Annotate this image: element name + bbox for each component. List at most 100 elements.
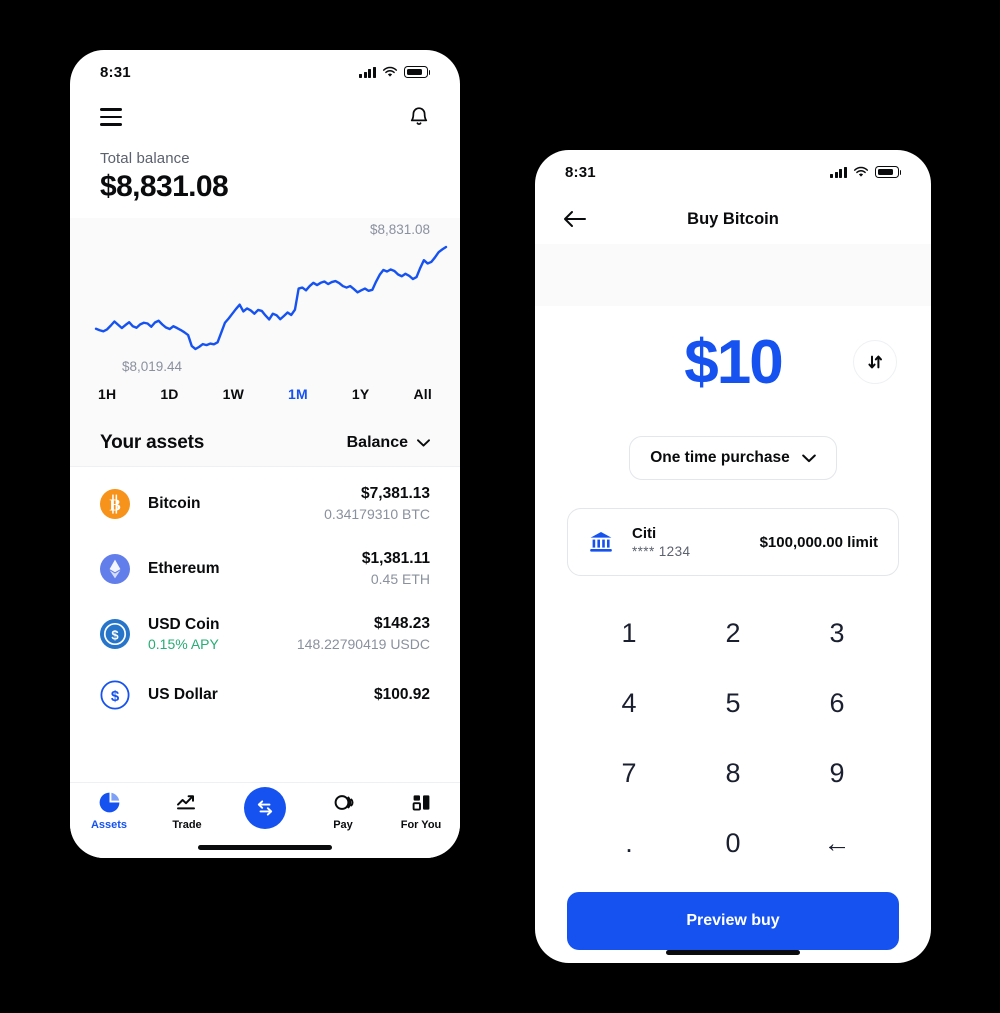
preview-buy-label: Preview buy (686, 912, 780, 929)
chevron-down-icon (417, 439, 430, 447)
range-1w[interactable]: 1W (223, 386, 244, 402)
assets-sort-control[interactable]: Balance (347, 434, 430, 452)
bank-icon (590, 532, 612, 552)
status-bar: 8:31 (535, 150, 931, 194)
top-nav (70, 94, 460, 140)
chart-high-label: $8,831.08 (369, 222, 430, 237)
currency-swap-button[interactable] (853, 340, 897, 384)
bell-icon[interactable] (408, 105, 430, 129)
us-dollar-icon: $ (100, 680, 130, 710)
tab-label: Assets (90, 819, 128, 831)
bitcoin-icon: B (100, 488, 130, 519)
tab-trade[interactable]: Trade (148, 791, 226, 831)
usd-coin-icon: $ (100, 618, 130, 649)
asset-unit-value: 0.34179310 BTC (324, 506, 430, 522)
key-7[interactable]: 7 (577, 738, 681, 808)
grid-blocks-icon (412, 795, 429, 811)
tab-swap[interactable] (226, 787, 304, 834)
home-indicator (666, 950, 800, 955)
payment-method-identity: Citi **** 1234 (632, 525, 760, 559)
table-row[interactable]: $ USD Coin 0.15% APY $148.23 148.2279041… (70, 601, 460, 666)
asset-unit-value: 0.45 ETH (370, 571, 430, 587)
key-0[interactable]: 0 (681, 808, 785, 878)
asset-name: Ethereum (148, 559, 220, 577)
preview-buy-button[interactable]: Preview buy (567, 892, 899, 950)
asset-identity: US Dollar (148, 686, 374, 704)
asset-values: $7,381.13 0.34179310 BTC (324, 485, 430, 522)
range-all[interactable]: All (413, 386, 432, 402)
hamburger-menu-icon[interactable] (100, 108, 122, 126)
total-balance-label: Total balance (100, 150, 190, 167)
asset-apy-label: 0.15% APY (148, 635, 219, 652)
status-icons (829, 166, 902, 178)
key-5[interactable]: 5 (681, 668, 785, 738)
back-arrow-icon[interactable] (563, 210, 587, 228)
key-3[interactable]: 3 (785, 598, 889, 668)
range-1m[interactable]: 1M (288, 386, 308, 402)
key-1[interactable]: 1 (577, 598, 681, 668)
key-8[interactable]: 8 (681, 738, 785, 808)
purchase-frequency-label: One time purchase (650, 449, 790, 466)
table-row[interactable]: $ US Dollar $100.92 (70, 666, 460, 724)
balance-line-chart[interactable] (70, 239, 460, 357)
payment-method-name: Citi (632, 525, 657, 542)
swap-arrows-icon (257, 800, 273, 816)
asset-identity: USD Coin 0.15% APY (148, 616, 297, 652)
payment-method-card[interactable]: Citi **** 1234 $100,000.00 limit (567, 508, 899, 576)
asset-identity: Ethereum (148, 560, 362, 578)
signal-bars-icon (358, 66, 376, 78)
asset-values: $100.92 (374, 686, 430, 704)
range-1y[interactable]: 1Y (352, 386, 370, 402)
tab-for-you[interactable]: For You (382, 791, 460, 831)
svg-text:$: $ (111, 627, 119, 642)
trend-up-icon (176, 795, 195, 810)
tab-assets[interactable]: Assets (70, 791, 148, 831)
amount-spacer (535, 244, 931, 306)
pay-circle-icon (334, 795, 353, 810)
table-row[interactable]: Ethereum $1,381.11 0.45 ETH (70, 536, 460, 601)
payment-method-mask: **** 1234 (632, 544, 691, 559)
page-title: Buy Bitcoin (687, 209, 779, 228)
asset-fiat-value: $100.92 (373, 686, 430, 703)
key-decimal[interactable]: . (577, 808, 681, 878)
assets-phone: 8:31 Total balance $8,831.08 $8,831.08 $… (70, 50, 460, 858)
swap-fab-button[interactable] (244, 787, 286, 829)
balance-chart-section: $8,831.08 $8,019.44 1H 1D 1W 1M 1Y All (70, 218, 460, 418)
svg-text:B: B (109, 495, 120, 514)
range-1h[interactable]: 1H (98, 386, 116, 402)
amount-entry-row: $10 (535, 306, 931, 418)
status-icons (358, 66, 431, 78)
amount-value: $10 (684, 327, 783, 397)
wifi-icon (853, 166, 869, 177)
key-9[interactable]: 9 (785, 738, 889, 808)
asset-unit-value: 148.22790419 USDC (296, 636, 430, 652)
assets-list: B Bitcoin $7,381.13 0.34179310 BTC Ether… (70, 467, 460, 724)
home-indicator (198, 845, 332, 850)
key-2[interactable]: 2 (681, 598, 785, 668)
status-bar: 8:31 (70, 50, 460, 94)
table-row[interactable]: B Bitcoin $7,381.13 0.34179310 BTC (70, 471, 460, 536)
chevron-down-icon (801, 454, 816, 462)
ethereum-icon (100, 553, 130, 584)
signal-bars-icon (829, 166, 847, 178)
asset-values: $148.23 148.22790419 USDC (297, 615, 430, 652)
bottom-tab-bar: Assets Trade Pay For You (70, 782, 460, 858)
range-1d[interactable]: 1D (160, 386, 178, 402)
svg-text:$: $ (111, 688, 120, 705)
screenshot-canvas: 8:31 Total balance $8,831.08 $8,831.08 $… (0, 0, 1000, 1013)
purchase-frequency-selector[interactable]: One time purchase (629, 436, 837, 480)
key-4[interactable]: 4 (577, 668, 681, 738)
key-backspace[interactable]: ← (785, 808, 889, 878)
wifi-icon (382, 66, 398, 77)
total-balance-block: Total balance $8,831.08 (70, 140, 460, 218)
pie-chart-icon (99, 792, 119, 813)
frequency-row: One time purchase (535, 418, 931, 486)
tab-pay[interactable]: Pay (304, 791, 382, 831)
tab-label: For You (400, 819, 442, 831)
status-time: 8:31 (100, 63, 131, 81)
key-6[interactable]: 6 (785, 668, 889, 738)
tab-label: Trade (172, 819, 202, 831)
asset-fiat-value: $1,381.11 (361, 550, 430, 567)
battery-icon (404, 66, 431, 78)
asset-name: US Dollar (148, 686, 218, 703)
